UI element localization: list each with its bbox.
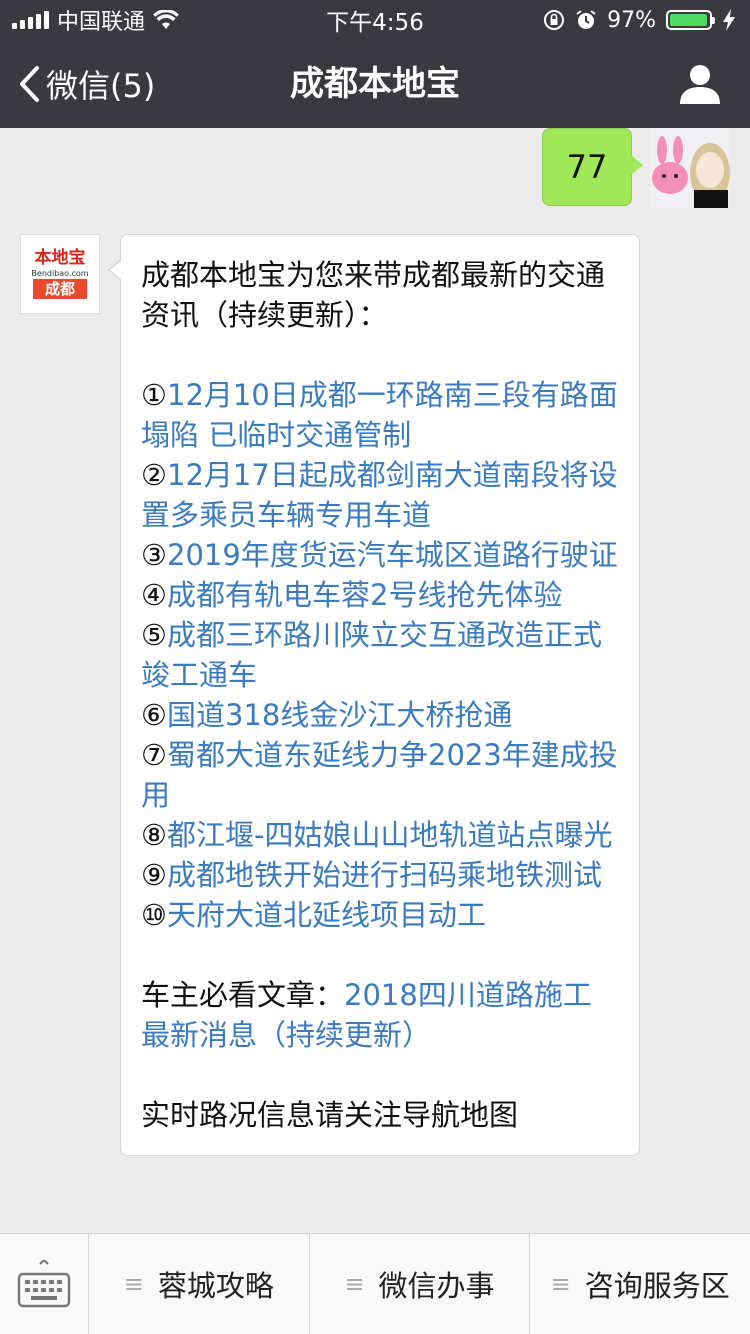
signal-strength-icon <box>12 11 49 29</box>
item-number: ⑩ <box>141 898 167 932</box>
avatar-city: 成都 <box>32 279 87 299</box>
item-number: ⑧ <box>141 818 167 852</box>
news-item-6[interactable]: ⑥国道318线金沙江大桥抢通 <box>141 695 619 735</box>
incoming-bubble: 成都本地宝为您来带成都最新的交通资讯（持续更新）： ①12月10日成都一环路南三… <box>108 234 640 1156</box>
item-number: ④ <box>141 578 167 612</box>
chat-area: 77 本地宝 Bendibao.com 成都 成都本地宝为您来带成都最新的交通资… <box>0 128 750 1233</box>
menu-item-rongcheng-guide[interactable]: ≡ 蓉城攻略 <box>89 1234 310 1334</box>
rotation-lock-icon <box>544 10 565 30</box>
back-button[interactable]: 微信(5) <box>18 40 155 128</box>
item-number: ② <box>141 458 167 492</box>
user-avatar[interactable] <box>650 128 730 208</box>
item-number: ⑦ <box>141 738 167 772</box>
outgoing-bubble[interactable]: 77 <box>542 128 643 206</box>
news-item-5[interactable]: ⑤成都三环路川陕立交互通改造正式竣工通车 <box>141 615 619 695</box>
keyboard-icon <box>17 1260 71 1308</box>
alarm-icon <box>576 10 596 29</box>
news-item-10[interactable]: ⑩天府大道北延线项目动工 <box>141 895 619 935</box>
item-number: ⑤ <box>141 618 167 652</box>
profile-icon[interactable] <box>678 62 722 106</box>
news-item-3[interactable]: ③2019年度货运汽车城区道路行驶证 <box>141 535 619 575</box>
news-link[interactable]: 2019年度货运汽车城区道路行驶证 <box>167 538 618 572</box>
news-item-1[interactable]: ①12月10日成都一环路南三段有路面塌陷 已临时交通管制 <box>141 375 619 455</box>
menu-item-consulting[interactable]: ≡ 咨询服务区 <box>530 1234 750 1334</box>
news-link[interactable]: 蜀都大道东延线力争2023年建成投用 <box>141 738 618 812</box>
user-avatar-image <box>650 128 730 208</box>
news-item-9[interactable]: ⑨成都地铁开始进行扫码乘地铁测试 <box>141 855 619 895</box>
account-avatar[interactable]: 本地宝 Bendibao.com 成都 <box>20 234 100 314</box>
keyboard-toggle-button[interactable] <box>0 1234 89 1334</box>
status-bar: 中国联通 下午4:56 97% <box>0 0 750 40</box>
news-item-7[interactable]: ⑦蜀都大道东延线力争2023年建成投用 <box>141 735 619 815</box>
news-link[interactable]: 成都有轨电车蓉2号线抢先体验 <box>167 578 562 612</box>
news-link[interactable]: 成都地铁开始进行扫码乘地铁测试 <box>167 858 602 892</box>
chevron-left-icon <box>20 66 39 102</box>
back-label: 微信(5) <box>46 67 156 105</box>
outgoing-message: 77 <box>542 128 730 208</box>
menu-icon: ≡ <box>550 1270 571 1298</box>
news-item-2[interactable]: ②12月17日起成都剑南大道南段将设置多乘员车辆专用车道 <box>141 455 619 535</box>
item-number: ③ <box>141 538 167 572</box>
news-link[interactable]: 都江堰-四姑娘山山地轨道站点曝光 <box>167 818 612 852</box>
news-link[interactable]: 天府大道北延线项目动工 <box>167 898 486 932</box>
battery-icon <box>666 10 715 30</box>
intro-text: 成都本地宝为您来带成都最新的交通资讯（持续更新）： <box>141 258 606 332</box>
news-item-8[interactable]: ⑧都江堰-四姑娘山山地轨道站点曝光 <box>141 815 619 855</box>
news-link[interactable]: 国道318线金沙江大桥抢通 <box>167 698 512 732</box>
article-prefix: 车主必看文章： <box>141 978 345 1012</box>
avatar-url: Bendibao.com <box>31 269 89 278</box>
incoming-message: 本地宝 Bendibao.com 成都 成都本地宝为您来带成都最新的交通资讯（持… <box>20 234 640 1156</box>
menu-label: 咨询服务区 <box>584 1269 730 1303</box>
menu-item-wechat-services[interactable]: ≡ 微信办事 <box>310 1234 531 1334</box>
battery-percent: 97% <box>607 7 656 33</box>
nav-bar: 微信(5) 成都本地宝 <box>0 40 750 128</box>
news-link[interactable]: 12月10日成都一环路南三段有路面塌陷 已临时交通管制 <box>141 378 618 452</box>
news-link[interactable]: 成都三环路川陕立交互通改造正式竣工通车 <box>141 618 602 692</box>
charging-icon <box>723 9 735 31</box>
news-link[interactable]: 12月17日起成都剑南大道南段将设置多乘员车辆专用车道 <box>141 458 618 532</box>
wifi-icon <box>153 10 180 29</box>
bottom-menu-bar: ≡ 蓉城攻略 ≡ 微信办事 ≡ 咨询服务区 <box>0 1233 750 1334</box>
item-number: ⑨ <box>141 858 167 892</box>
avatar-brand: 本地宝 <box>34 248 86 268</box>
cut-off-text: 实时路况信息请关注导航地图 <box>141 1098 519 1132</box>
item-number: ⑥ <box>141 698 167 732</box>
menu-icon: ≡ <box>344 1270 365 1298</box>
menu-label: 微信办事 <box>378 1269 495 1303</box>
carrier-label: 中国联通 <box>57 10 146 35</box>
news-item-4[interactable]: ④成都有轨电车蓉2号线抢先体验 <box>141 575 619 615</box>
item-number: ① <box>141 378 167 412</box>
menu-label: 蓉城攻略 <box>157 1269 274 1303</box>
menu-icon: ≡ <box>123 1270 144 1298</box>
article-line: 车主必看文章：2018四川道路施工最新消息（持续更新） <box>141 975 619 1055</box>
